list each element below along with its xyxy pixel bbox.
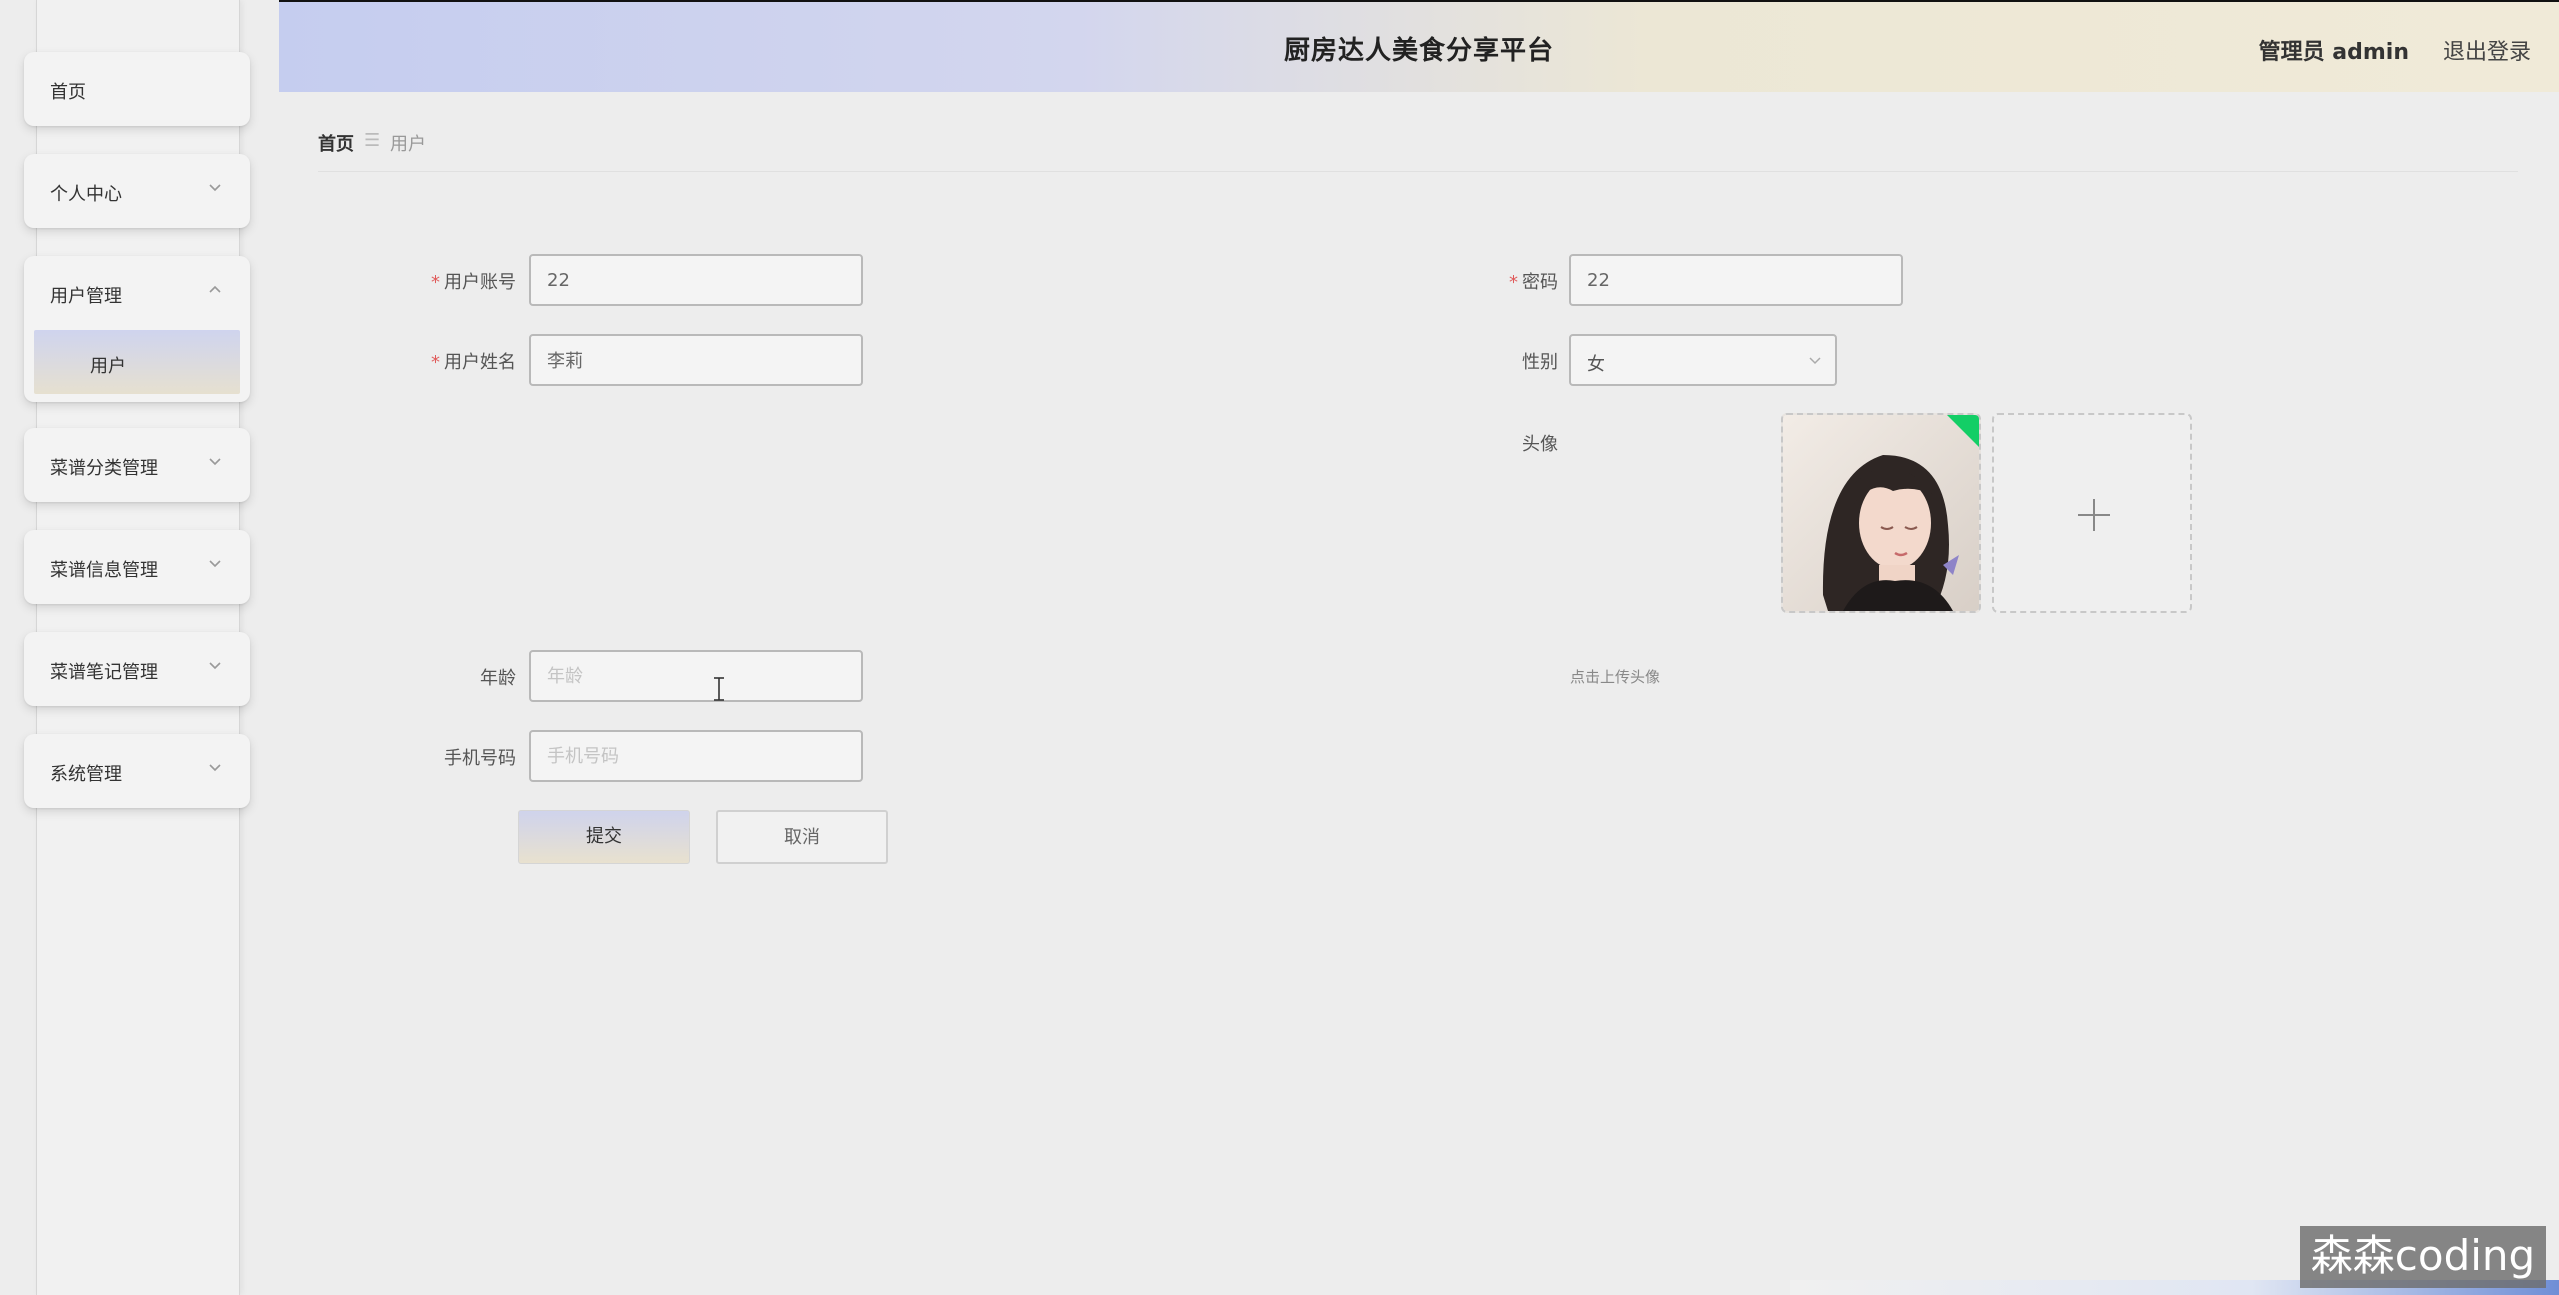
cancel-button[interactable]: 取消 — [716, 810, 888, 864]
chevron-up-icon — [209, 285, 221, 293]
sidebar-item-recipe-category[interactable]: 菜谱分类管理 — [24, 428, 250, 502]
avatar-upload-tip: 点击上传头像 — [1570, 668, 1661, 686]
sidebar-subitem-label: 用户 — [90, 356, 126, 377]
sidebar-item-label: 菜谱信息管理 — [50, 560, 158, 581]
breadcrumb: 首页 ☰ 用户 — [318, 130, 2518, 172]
gender-select-value: 女 — [1587, 354, 1605, 375]
age-label: 年龄 — [480, 668, 516, 689]
breadcrumb-home[interactable]: 首页 — [318, 130, 354, 156]
plus-icon — [2078, 499, 2110, 531]
required-mark: * — [1509, 272, 1518, 293]
sidebar-item-home[interactable]: 首页 — [24, 52, 250, 126]
avatar-preview[interactable] — [1781, 413, 1981, 613]
sidebar-subitem-user[interactable]: 用户 — [34, 330, 240, 394]
sidebar-item-recipe-info[interactable]: 菜谱信息管理 — [24, 530, 250, 604]
password-input[interactable] — [1569, 254, 1903, 306]
name-label: * 用户姓名 — [400, 348, 516, 374]
chevron-down-icon — [209, 184, 221, 192]
breadcrumb-separator-icon: ☰ — [364, 130, 381, 151]
sidebar-item-label: 首页 — [50, 82, 86, 103]
sidebar-item-system[interactable]: 系统管理 — [24, 734, 250, 808]
logout-link[interactable]: 退出登录 — [2443, 34, 2531, 66]
name-label-text: 用户姓名 — [444, 352, 516, 373]
sidebar-item-label: 菜谱笔记管理 — [50, 662, 158, 683]
account-label: * 用户账号 — [400, 268, 516, 294]
sidebar-item-user-management[interactable]: 用户管理 用户 — [24, 256, 250, 402]
text-cursor-icon — [714, 677, 724, 701]
required-mark: * — [431, 272, 440, 293]
page: 首页 个人中心 用户管理 用户 菜谱分类管理 菜谱信息管理 菜谱笔记管理 系统管… — [0, 0, 2559, 1295]
chevron-down-icon — [209, 764, 221, 772]
phone-input[interactable] — [529, 730, 863, 782]
chevron-down-icon — [209, 560, 221, 568]
sidebar-item-label: 菜谱分类管理 — [50, 458, 158, 479]
phone-label: 手机号码 — [444, 748, 516, 769]
gender-select[interactable]: 女 — [1569, 334, 1837, 386]
name-input[interactable] — [529, 334, 863, 386]
upload-success-badge — [1945, 415, 1979, 449]
watermark: 森森coding — [2300, 1226, 2546, 1288]
app-title: 厨房达人美食分享平台 — [1283, 36, 1554, 66]
sidebar-item-label: 个人中心 — [50, 184, 122, 205]
avatar-upload-button[interactable] — [1992, 413, 2192, 613]
age-input[interactable] — [529, 650, 863, 702]
avatar-label: 头像 — [1522, 434, 1558, 455]
password-label: * 密码 — [1440, 268, 1558, 294]
top-header: 厨房达人美食分享平台 管理员 admin 退出登录 — [279, 0, 2559, 92]
sidebar-item-personal-center[interactable]: 个人中心 — [24, 154, 250, 228]
current-user: 管理员 admin — [2258, 40, 2409, 65]
sidebar-item-label: 用户管理 — [50, 286, 122, 307]
account-input[interactable] — [529, 254, 863, 306]
required-mark: * — [431, 352, 440, 373]
chevron-down-icon — [1809, 357, 1821, 365]
gender-label: 性别 — [1522, 352, 1558, 373]
submit-button[interactable]: 提交 — [518, 810, 690, 864]
chevron-down-icon — [209, 458, 221, 466]
chevron-down-icon — [209, 662, 221, 670]
password-label-text: 密码 — [1522, 272, 1558, 293]
sidebar-item-label: 系统管理 — [50, 764, 122, 785]
sidebar-item-recipe-notes[interactable]: 菜谱笔记管理 — [24, 632, 250, 706]
account-label-text: 用户账号 — [444, 272, 516, 293]
breadcrumb-current: 用户 — [390, 134, 426, 155]
